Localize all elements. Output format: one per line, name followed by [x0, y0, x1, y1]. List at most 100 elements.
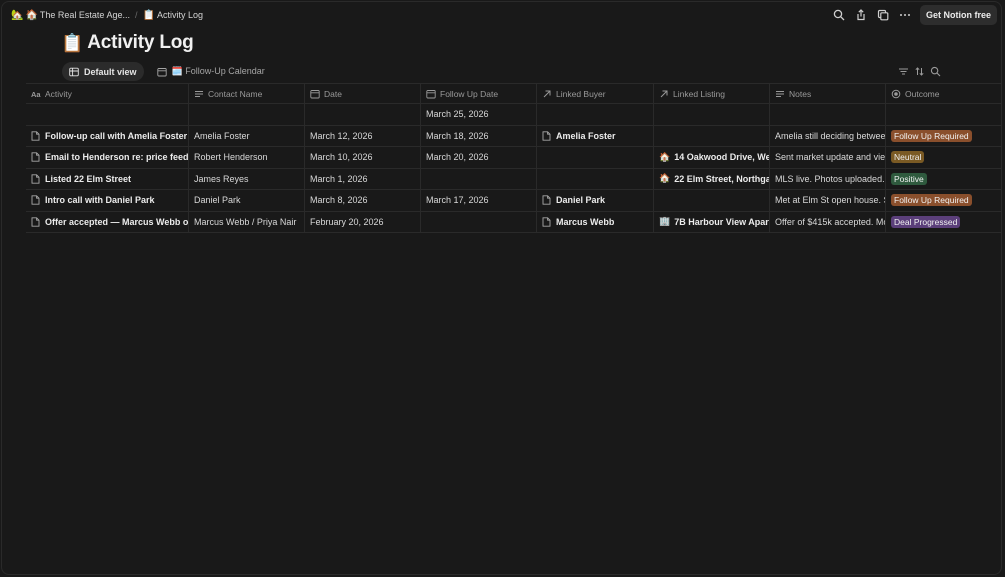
outcome-status-badge: Follow Up Required: [891, 129, 972, 142]
cell-date[interactable]: March 10, 2026: [305, 147, 421, 168]
linked-buyer-name[interactable]: Daniel Park: [556, 195, 605, 205]
column-header-label: Outcome: [905, 88, 940, 99]
cell-outcome[interactable]: Positive: [886, 169, 1001, 190]
cell-contact-name[interactable]: Marcus Webb / Priya Nair: [189, 211, 305, 232]
column-header-contact-name[interactable]: Contact Name: [189, 84, 305, 103]
activity-title[interactable]: Intro call with Daniel Park: [45, 195, 155, 205]
tab-follow-up-calendar[interactable]: 🗓️ Follow-Up Calendar: [150, 62, 272, 81]
cell-linked-buyer[interactable]: Marcus Webb: [537, 211, 654, 232]
cell-activity[interactable]: Follow-up call with Amelia Foster: [26, 125, 189, 146]
clipboard-icon[interactable]: 📋: [61, 33, 83, 54]
cell-contact-name[interactable]: Amelia Foster: [189, 125, 305, 146]
cell-date[interactable]: February 20, 2026: [305, 211, 421, 232]
search-icon[interactable]: [930, 66, 941, 77]
cell-activity[interactable]: Listed 22 Elm Street: [26, 168, 189, 189]
view-toolbar: [898, 66, 941, 77]
cell-activity[interactable]: [26, 104, 189, 125]
cell-contact-name[interactable]: [189, 104, 305, 125]
sort-icon[interactable]: [914, 66, 925, 77]
cell-follow-up-date[interactable]: March 20, 2026: [421, 147, 537, 168]
cell-linked-buyer[interactable]: [537, 104, 654, 125]
cell-notes[interactable]: MLS live. Photos uploaded. Open: [770, 168, 886, 189]
cell-date[interactable]: March 12, 2026: [305, 125, 421, 146]
cell-linked-buyer[interactable]: [537, 168, 654, 189]
cell-activity[interactable]: Intro call with Daniel Park: [26, 190, 189, 211]
page-title-text[interactable]: Activity Log: [87, 32, 194, 54]
table-header: Aa Activity Contact Name Date Follow Up …: [26, 83, 1001, 104]
breadcrumb-page[interactable]: 📋 Activity Log: [142, 10, 202, 21]
table-row[interactable]: March 25, 2026: [26, 104, 1001, 126]
linked-buyer-name[interactable]: Amelia Foster: [556, 131, 616, 141]
cell-date[interactable]: March 1, 2026: [305, 168, 421, 189]
linked-listing-name[interactable]: 7B Harbour View Apartments: [674, 217, 769, 227]
table-row[interactable]: Email to Henderson re: price feedback Ro…: [26, 147, 1001, 169]
column-header-label: Contact Name: [208, 88, 263, 99]
table-row[interactable]: Follow-up call with Amelia Foster Amelia…: [26, 125, 1001, 147]
table-row[interactable]: Listed 22 Elm Street James Reyes March 1…: [26, 168, 1001, 190]
filter-icon[interactable]: [898, 66, 909, 77]
activity-title[interactable]: Listed 22 Elm Street: [45, 174, 131, 184]
linked-listing-name[interactable]: 14 Oakwood Drive, Westside: [674, 152, 769, 162]
column-header-activity[interactable]: Aa Activity: [26, 84, 189, 103]
search-button[interactable]: [828, 5, 850, 25]
cell-linked-listing[interactable]: 🏠 14 Oakwood Drive, Westside: [654, 147, 770, 168]
linked-listing-name[interactable]: 22 Elm Street, Northgate: [674, 174, 769, 184]
table-row[interactable]: Offer accepted — Marcus Webb on Harbour …: [26, 211, 1001, 233]
page-title[interactable]: 📋 Activity Log: [61, 32, 194, 54]
column-header-outcome[interactable]: Outcome: [886, 84, 1001, 103]
breadcrumb-workspace[interactable]: 🏡 🏠 The Real Estate Age...: [11, 10, 130, 21]
cell-outcome[interactable]: Neutral: [886, 147, 1001, 168]
cell-linked-listing[interactable]: [654, 190, 770, 211]
cell-follow-up-date[interactable]: March 17, 2026: [421, 190, 537, 211]
activity-title[interactable]: Follow-up call with Amelia Foster: [45, 131, 187, 141]
column-header-date[interactable]: Date: [305, 84, 421, 103]
cell-notes[interactable]: Met at Elm St open house. Seeking: [770, 190, 886, 211]
page-icon: [31, 174, 40, 184]
breadcrumb-page-label: Activity Log: [156, 10, 203, 20]
cell-notes[interactable]: Offer of $415k accepted. Moving: [770, 211, 886, 232]
column-header-notes[interactable]: Notes: [770, 84, 886, 103]
cell-follow-up-date[interactable]: March 18, 2026: [421, 125, 537, 146]
cell-date[interactable]: [305, 104, 421, 125]
cell-linked-buyer[interactable]: Amelia Foster: [537, 125, 654, 146]
linked-buyer-name[interactable]: Marcus Webb: [556, 217, 614, 227]
cell-follow-up-date[interactable]: [421, 211, 537, 232]
activity-title[interactable]: Offer accepted — Marcus Webb on Harbour …: [45, 217, 188, 227]
cell-contact-name[interactable]: James Reyes: [189, 168, 305, 189]
cell-contact-name[interactable]: Daniel Park: [189, 190, 305, 211]
share-button[interactable]: [850, 5, 872, 25]
column-header-linked-buyer[interactable]: Linked Buyer: [537, 84, 654, 103]
tab-default-view[interactable]: Default view: [62, 62, 144, 81]
cell-outcome[interactable]: Deal Progressed: [886, 212, 1001, 233]
get-notion-free-button[interactable]: Get Notion free: [919, 5, 997, 25]
duplicate-button[interactable]: [872, 5, 894, 25]
cell-linked-buyer[interactable]: Daniel Park: [537, 190, 654, 211]
more-button[interactable]: [894, 5, 916, 25]
activity-title[interactable]: Email to Henderson re: price feedback: [45, 152, 188, 162]
cell-linked-buyer[interactable]: [537, 147, 654, 168]
column-header-label: Activity: [45, 88, 72, 99]
cell-activity[interactable]: Offer accepted — Marcus Webb on Harbour …: [26, 211, 189, 232]
cell-follow-up-date[interactable]: March 25, 2026: [421, 104, 537, 125]
cell-notes[interactable]: Amelia still deciding between: [770, 125, 886, 146]
column-header-follow-up-date[interactable]: Follow Up Date: [421, 84, 537, 103]
cell-activity[interactable]: Email to Henderson re: price feedback: [26, 147, 189, 168]
tab-default-view-label: Default view: [84, 66, 137, 77]
cell-contact-name[interactable]: Robert Henderson: [189, 147, 305, 168]
page-icon: [542, 217, 551, 227]
cell-notes[interactable]: Sent market update and viewing: [770, 147, 886, 168]
column-header-linked-listing[interactable]: Linked Listing: [654, 84, 770, 103]
status-circle-icon: [891, 89, 901, 98]
cell-outcome[interactable]: Follow Up Required: [886, 190, 1001, 211]
page-icon: [31, 131, 40, 141]
cell-linked-listing[interactable]: [654, 125, 770, 146]
table-row[interactable]: Intro call with Daniel Park Daniel Park …: [26, 190, 1001, 212]
cell-follow-up-date[interactable]: [421, 168, 537, 189]
cell-outcome[interactable]: Follow Up Required: [886, 126, 1001, 147]
cell-linked-listing[interactable]: 🏠 22 Elm Street, Northgate: [654, 168, 770, 189]
cell-linked-listing[interactable]: [654, 104, 770, 125]
cell-date[interactable]: March 8, 2026: [305, 190, 421, 211]
cell-notes[interactable]: [770, 104, 886, 125]
cell-outcome[interactable]: [886, 104, 1001, 125]
cell-linked-listing[interactable]: 🏢 7B Harbour View Apartments: [654, 211, 770, 232]
